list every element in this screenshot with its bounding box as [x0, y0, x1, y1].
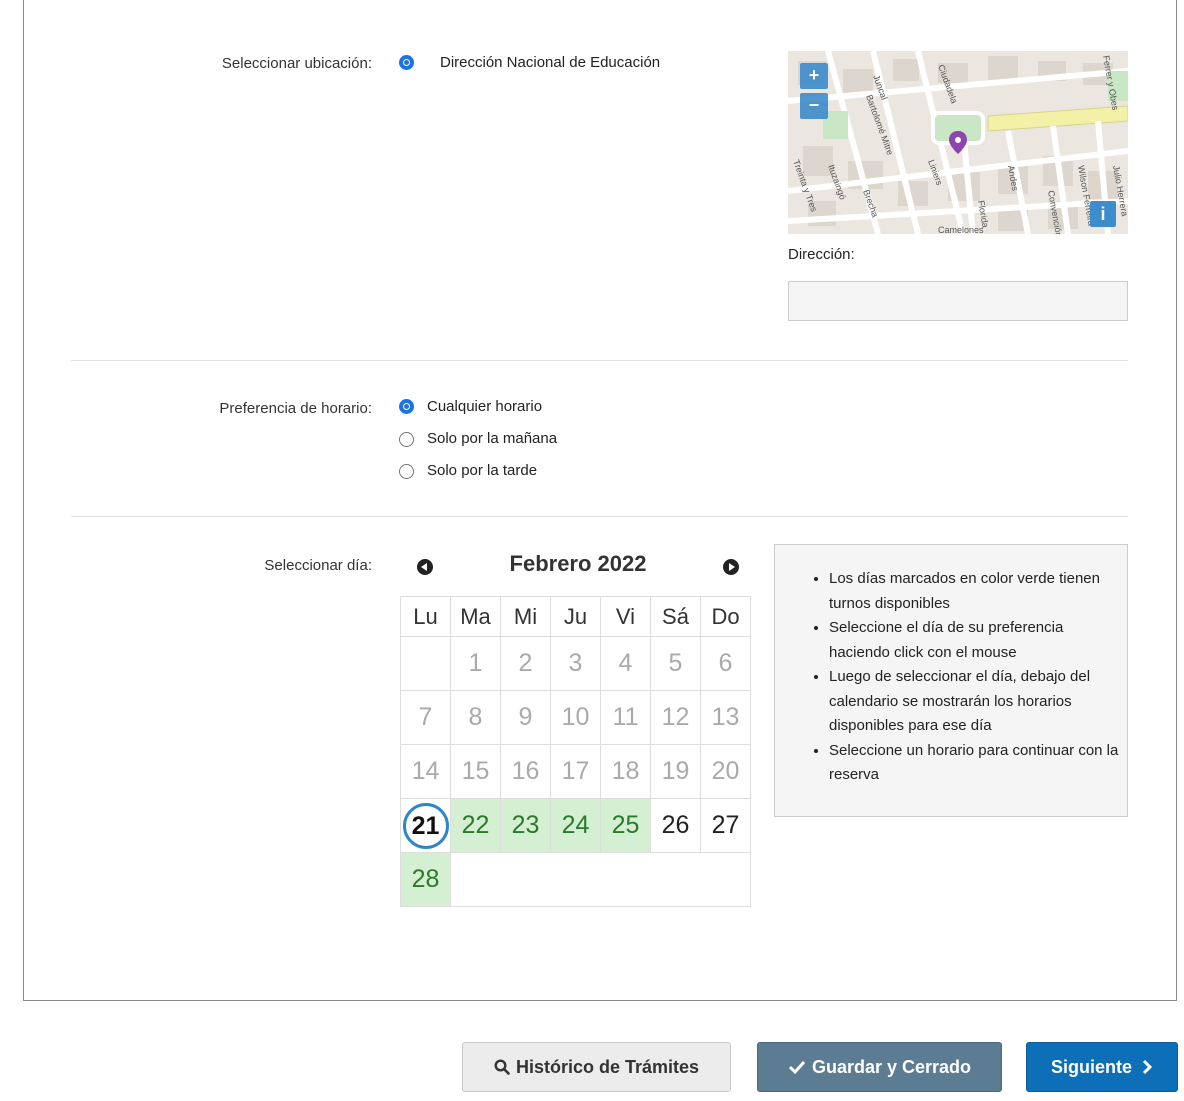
- help-item: Los días marcados en color verde tienen …: [829, 567, 1127, 616]
- address-label: Dirección:: [788, 246, 855, 263]
- calendar-next-icon[interactable]: [723, 559, 739, 575]
- schedule-radio-morning[interactable]: [399, 432, 414, 447]
- calendar-week-row: 1 2 3 4 5 6: [400, 636, 751, 691]
- help-item: Luego de seleccionar el día, debajo del …: [829, 665, 1127, 739]
- calendar-day-available[interactable]: 28: [400, 852, 451, 907]
- calendar-day-available[interactable]: 23: [500, 798, 551, 853]
- calendar-day-available[interactable]: 24: [550, 798, 601, 853]
- schedule-radio-any[interactable]: [399, 399, 414, 414]
- location-option-label: Dirección Nacional de Educación: [440, 54, 661, 71]
- day-label: Seleccionar día:: [264, 557, 372, 574]
- weekday-header: Sá: [650, 596, 701, 637]
- calendar-day-today[interactable]: 21: [400, 798, 451, 853]
- calendar-day: 10: [550, 690, 601, 745]
- search-icon: [494, 1043, 510, 1091]
- calendar-day: 20: [700, 744, 751, 799]
- calendar-help-box: Los días marcados en color verde tienen …: [774, 544, 1128, 817]
- weekday-header: Do: [700, 596, 751, 637]
- calendar-day: 1: [450, 636, 501, 691]
- calendar-day: 7: [400, 690, 451, 745]
- svg-text:Camelones: Camelones: [938, 225, 984, 234]
- schedule-option-morning: Solo por la mañana: [427, 430, 558, 447]
- history-button-label: Histórico de Trámites: [515, 1057, 700, 1077]
- calendar-week-row: 14 15 16 17 18 19 20: [400, 744, 751, 799]
- address-input[interactable]: [788, 281, 1128, 321]
- calendar-day[interactable]: 27: [700, 798, 751, 853]
- calendar-week-row: 28: [400, 852, 751, 907]
- calendar-day: 14: [400, 744, 451, 799]
- calendar-week-row: 7 8 9 10 11 12 13: [400, 690, 751, 745]
- calendar-day: 3: [550, 636, 601, 691]
- history-button[interactable]: Histórico de Trámites: [462, 1042, 731, 1092]
- weekday-header: Mi: [500, 596, 551, 637]
- chevron-right-icon: [1137, 1057, 1153, 1077]
- today-marker: 21: [402, 802, 449, 849]
- schedule-radio-afternoon[interactable]: [399, 464, 414, 479]
- help-item: Seleccione un horario para continuar con…: [829, 739, 1127, 788]
- calendar-blank: [450, 852, 751, 907]
- calendar-weekday-row: Lu Ma Mi Ju Vi Sá Do: [400, 596, 751, 637]
- calendar-week-row: 21 22 23 24 25 26 27: [400, 798, 751, 853]
- location-radio[interactable]: [399, 55, 414, 70]
- calendar-day: 11: [600, 690, 651, 745]
- save-close-button[interactable]: Guardar y Cerrado: [757, 1042, 1002, 1092]
- schedule-label: Preferencia de horario:: [219, 400, 372, 417]
- calendar-day: 18: [600, 744, 651, 799]
- calendar-day-available[interactable]: 25: [600, 798, 651, 853]
- calendar-day: 6: [700, 636, 751, 691]
- map-tiles: Juncal Bartolomé Mitre Ituzaingó Brecha …: [788, 51, 1128, 234]
- calendar-day: 2: [500, 636, 551, 691]
- calendar-day: 8: [450, 690, 501, 745]
- calendar-day: 16: [500, 744, 551, 799]
- weekday-header: Ju: [550, 596, 601, 637]
- help-list: Los días marcados en color verde tienen …: [775, 567, 1127, 788]
- calendar-grid: Lu Ma Mi Ju Vi Sá Do 1 2 3 4 5 6 7 8 9 1…: [400, 596, 751, 907]
- calendar-month-title: Febrero 2022: [509, 551, 647, 576]
- calendar-day-empty: [400, 636, 451, 691]
- divider: [71, 360, 1128, 361]
- weekday-header: Ma: [450, 596, 501, 637]
- calendar-day-available[interactable]: 22: [450, 798, 501, 853]
- help-item: Seleccione el día de su preferencia haci…: [829, 616, 1127, 665]
- schedule-option-any: Cualquier horario: [427, 398, 543, 415]
- calendar-day: 13: [700, 690, 751, 745]
- map-zoom-in-button[interactable]: +: [800, 63, 828, 89]
- check-icon: [788, 1043, 806, 1091]
- next-button[interactable]: Siguiente: [1026, 1042, 1178, 1092]
- calendar-day[interactable]: 26: [650, 798, 701, 853]
- calendar-prev-icon[interactable]: [417, 559, 433, 575]
- next-button-label: Siguiente: [1050, 1057, 1132, 1077]
- schedule-option-afternoon: Solo por la tarde: [427, 462, 538, 479]
- map-zoom-out-button[interactable]: −: [800, 93, 828, 119]
- calendar-day: 19: [650, 744, 701, 799]
- calendar-day: 9: [500, 690, 551, 745]
- calendar-day: 4: [600, 636, 651, 691]
- weekday-header: Vi: [600, 596, 651, 637]
- save-close-button-label: Guardar y Cerrado: [811, 1057, 972, 1077]
- location-map[interactable]: Juncal Bartolomé Mitre Ituzaingó Brecha …: [788, 51, 1128, 234]
- calendar-day: 12: [650, 690, 701, 745]
- weekday-header: Lu: [400, 596, 451, 637]
- calendar-day: 5: [650, 636, 701, 691]
- calendar-day: 17: [550, 744, 601, 799]
- divider: [71, 516, 1128, 517]
- calendar-day: 15: [450, 744, 501, 799]
- map-info-button[interactable]: i: [1090, 201, 1116, 227]
- location-label: Seleccionar ubicación:: [221, 55, 372, 72]
